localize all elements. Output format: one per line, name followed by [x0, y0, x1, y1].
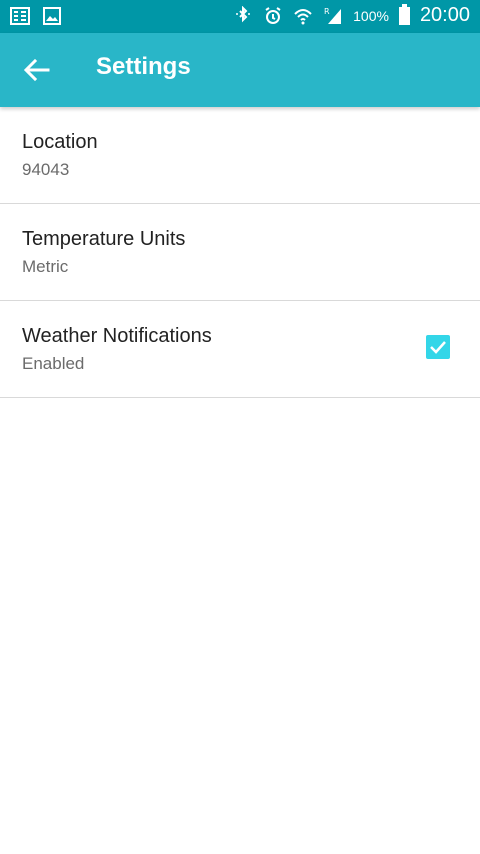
setting-title: Location: [22, 131, 98, 153]
setting-location[interactable]: Location 94043: [0, 107, 480, 204]
setting-summary: Metric: [22, 257, 69, 276]
app-bar: Settings: [0, 33, 480, 107]
notification-icon: [10, 7, 30, 25]
setting-temperature-units[interactable]: Temperature Units Metric: [0, 204, 480, 301]
alarm-icon: [265, 6, 281, 24]
notifications-checkbox[interactable]: [426, 335, 450, 359]
setting-title: Weather Notifications: [22, 325, 212, 347]
status-bar: R 100% 20:00: [0, 0, 480, 33]
back-button[interactable]: [22, 57, 52, 83]
signal-icon: R: [324, 7, 342, 24]
wifi-icon: [294, 8, 312, 24]
arrow-back-icon: [23, 58, 50, 82]
setting-summary: Enabled: [22, 354, 85, 373]
svg-text:R: R: [324, 7, 330, 16]
battery-icon: [398, 3, 410, 25]
setting-title: Temperature Units: [22, 228, 186, 250]
check-icon: [430, 341, 446, 354]
battery-percentage: 100%: [353, 7, 389, 24]
image-icon: [43, 7, 61, 25]
setting-summary: 94043: [22, 160, 70, 179]
clock: 20:00: [419, 4, 470, 26]
page-title: Settings: [96, 53, 191, 80]
setting-weather-notifications[interactable]: Weather Notifications Enabled: [0, 301, 480, 398]
settings-list: Location 94043 Temperature Units Metric …: [0, 107, 480, 398]
bluetooth-icon: [236, 5, 251, 22]
